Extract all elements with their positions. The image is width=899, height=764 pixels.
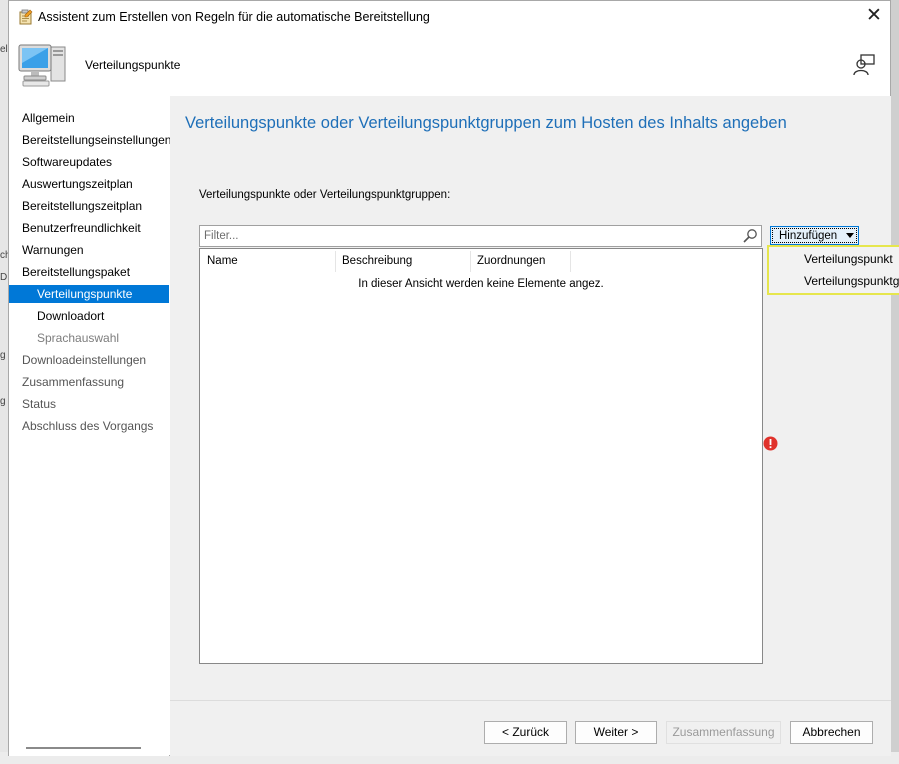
sidebar-item-bereitstellungspaket[interactable]: Bereitstellungspaket	[9, 263, 130, 281]
sidebar-item-bereitstellungszeitplan[interactable]: Bereitstellungszeitplan	[9, 197, 142, 215]
sidebar-item-verteilungspunkte[interactable]: Verteilungspunkte	[9, 285, 169, 303]
title-bar[interactable]: Assistent zum Erstellen von Regeln für d…	[9, 1, 890, 33]
wizard-banner: Verteilungspunkte	[9, 33, 890, 96]
distribution-points-list[interactable]: Name Beschreibung Zuordnungen In dieser …	[199, 248, 763, 664]
menu-item-verteilungspunktgruppe[interactable]: Verteilungspunktgruppe	[804, 271, 899, 291]
help-person-icon[interactable]	[852, 53, 876, 77]
page-heading: Verteilungspunkte oder Verteilungspunktg…	[185, 114, 787, 132]
column-header-beschreibung[interactable]: Beschreibung	[335, 249, 470, 274]
close-icon: ✕	[866, 5, 882, 26]
sidebar-scrollbar[interactable]	[26, 747, 141, 749]
column-header-zuordnungen[interactable]: Zuordnungen	[470, 249, 570, 274]
menu-item-verteilungspunkt[interactable]: Verteilungspunkt	[804, 249, 893, 269]
empty-list-message: In dieser Ansicht werden keine Elemente …	[358, 278, 604, 290]
column-separator[interactable]	[570, 251, 571, 272]
distribution-points-label: Verteilungspunkte oder Verteilungspunktg…	[199, 189, 451, 201]
sidebar-item-allgemein[interactable]: Allgemein	[9, 109, 75, 127]
sidebar-item-warnungen[interactable]: Warnungen	[9, 241, 84, 259]
back-button[interactable]: < Zurück	[484, 721, 567, 744]
computer-icon	[18, 44, 66, 87]
close-button[interactable]: ✕	[858, 1, 890, 31]
wizard-title-icon	[19, 9, 33, 25]
chevron-down-icon	[846, 233, 854, 238]
sidebar-item-downloadort[interactable]: Downloadort	[9, 307, 104, 325]
add-dropdown-menu: Verteilungspunkt Verteilungspunktgruppe	[767, 245, 899, 295]
search-icon[interactable]	[742, 228, 758, 244]
column-header-name[interactable]: Name	[200, 249, 335, 274]
sidebar-item-benutzerfreundlichkeit[interactable]: Benutzerfreundlichkeit	[9, 219, 141, 237]
wizard-dialog: Assistent zum Erstellen von Regeln für d…	[8, 0, 891, 756]
error-icon	[763, 436, 778, 451]
sidebar-item-auswertungszeitplan[interactable]: Auswertungszeitplan	[9, 175, 133, 193]
sidebar-item-bereitstellungseinstellungen[interactable]: Bereitstellungseinstellungen	[9, 131, 171, 149]
summary-button: Zusammenfassung	[666, 721, 781, 744]
background-window-edge	[0, 0, 8, 764]
footer-separator	[170, 700, 891, 701]
sidebar-item-downloadeinstellungen[interactable]: Downloadeinstellungen	[9, 351, 146, 369]
sidebar-item-abschluss[interactable]: Abschluss des Vorgangs	[9, 417, 153, 435]
add-button-label: Hinzufügen	[779, 230, 838, 242]
wizard-steps-sidebar: Allgemein Bereitstellungseinstellungen S…	[9, 96, 171, 756]
background-text: g	[0, 396, 6, 407]
sidebar-item-zusammenfassung[interactable]: Zusammenfassung	[9, 373, 124, 391]
sidebar-item-status[interactable]: Status	[9, 395, 56, 413]
sidebar-item-sprachauswahl: Sprachauswahl	[37, 331, 120, 345]
next-button[interactable]: Weiter >	[575, 721, 657, 744]
add-dropdown-button[interactable]: Hinzufügen	[770, 226, 859, 245]
filter-input[interactable]: Filter...	[199, 225, 762, 247]
banner-title: Verteilungspunkte	[85, 58, 181, 72]
background-text: g	[0, 350, 6, 361]
sidebar-item-softwareupdates[interactable]: Softwareupdates	[9, 153, 112, 171]
filter-placeholder: Filter...	[204, 230, 239, 242]
background-text: D	[0, 272, 8, 283]
wizard-page-content: Verteilungspunkte oder Verteilungspunktg…	[170, 96, 891, 756]
cancel-button[interactable]: Abbrechen	[790, 721, 873, 744]
background-text: el	[0, 44, 8, 55]
window-title: Assistent zum Erstellen von Regeln für d…	[38, 10, 430, 24]
